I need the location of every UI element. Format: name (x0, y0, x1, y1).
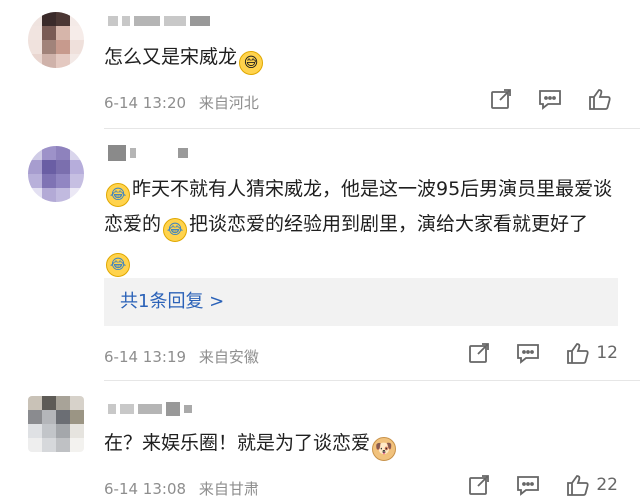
avatar[interactable] (28, 396, 84, 452)
comment-1: 怎么又是宋威龙 😅 6-14 13:20 来自河北 (0, 0, 640, 130)
comment-button[interactable] (516, 342, 540, 364)
laugh-cry-emoji-icon: 😂 (106, 183, 130, 207)
like-button[interactable]: 12 (566, 342, 618, 364)
like-button[interactable] (588, 88, 618, 110)
like-count: 12 (596, 343, 618, 363)
share-icon (469, 475, 490, 495)
username-blurred[interactable] (108, 14, 210, 28)
laugh-cry-emoji-icon: 😂 (163, 218, 188, 242)
share-button[interactable] (490, 88, 512, 110)
location: 来自河北 (198, 94, 259, 112)
like-icon (589, 89, 611, 110)
avatar[interactable] (28, 12, 84, 68)
share-button[interactable] (468, 474, 490, 496)
comment-actions (490, 88, 618, 110)
sweat-emoji-icon: 😅 (239, 51, 264, 75)
comment-icon (539, 90, 561, 110)
share-icon (491, 89, 511, 109)
timestamp: 6-14 13:19 (104, 348, 187, 366)
comment-button[interactable] (516, 474, 540, 496)
share-button[interactable] (468, 342, 490, 364)
comment-actions: 22 (468, 474, 618, 496)
replies-link[interactable]: 共1条回复 > (104, 278, 618, 326)
share-icon (469, 343, 490, 363)
like-button[interactable]: 22 (566, 474, 618, 496)
comment-icon (517, 476, 540, 496)
doge-emoji-icon: 🐶 (372, 437, 397, 461)
comment-3: 在？来娱乐圈！就是为了谈恋爱 🐶 6-14 13:08 来自甘肃 22 (0, 382, 640, 502)
comment-text: 😂 昨天不就有人猜宋威龙，他是这一波95后男演员里最爱谈恋爱的 😂 把谈恋爱的经验用到… (104, 172, 616, 277)
location: 来自安徽 (198, 348, 259, 366)
comment-meta: 6-14 13:20 来自河北 (104, 92, 259, 113)
avatar[interactable] (28, 146, 84, 202)
comment-text: 在？来娱乐圈！就是为了谈恋爱 🐶 (104, 426, 616, 461)
laugh-cry-emoji-icon: 😂 (106, 253, 130, 277)
comment-text: 怎么又是宋威龙 😅 (104, 40, 616, 75)
comment-2: 😂 昨天不就有人猜宋威龙，他是这一波95后男演员里最爱谈恋爱的 😂 把谈恋爱的经验用到… (0, 130, 640, 381)
location: 来自甘肃 (198, 480, 259, 498)
comment-meta: 6-14 13:19 来自安徽 (104, 346, 259, 367)
username-blurred[interactable] (108, 145, 188, 161)
username-blurred[interactable] (108, 402, 192, 416)
timestamp: 6-14 13:08 (104, 480, 187, 498)
like-icon (567, 475, 589, 496)
divider (104, 128, 640, 129)
like-count: 22 (596, 475, 618, 495)
comment-button[interactable] (538, 88, 562, 110)
timestamp: 6-14 13:20 (104, 94, 187, 112)
comment-actions: 12 (468, 342, 618, 364)
divider (104, 380, 640, 381)
like-icon (567, 343, 589, 364)
comment-icon (517, 344, 540, 364)
comment-meta: 6-14 13:08 来自甘肃 (104, 478, 259, 499)
